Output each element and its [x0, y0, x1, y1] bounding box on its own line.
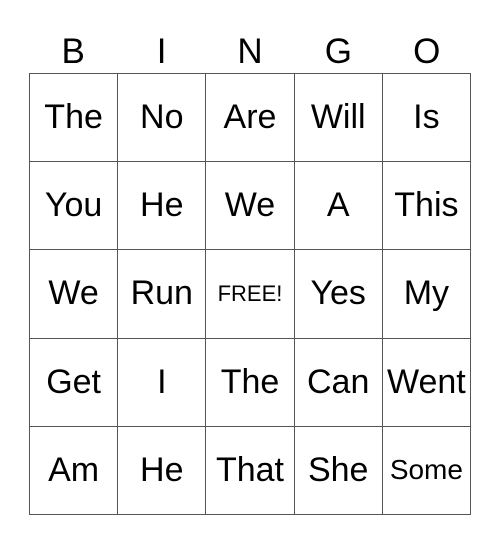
bingo-cell: My	[382, 250, 471, 339]
bingo-cell: She	[294, 426, 383, 515]
free-space-cell: FREE!	[206, 250, 295, 339]
bingo-cell: That	[206, 426, 295, 515]
bingo-cell: I	[118, 338, 207, 427]
bingo-cell: Will	[294, 74, 383, 163]
bingo-cell: He	[118, 162, 207, 251]
bingo-cell: Run	[118, 250, 207, 339]
header-letter-o: O	[413, 32, 441, 71]
bingo-cell: The	[30, 74, 119, 163]
bingo-cell: This	[382, 162, 471, 251]
bingo-cell: Can	[294, 338, 383, 427]
bingo-cell: No	[118, 74, 207, 163]
header-letter-g: G	[324, 32, 352, 71]
bingo-cell: The	[206, 338, 295, 427]
header-letter-b: B	[61, 32, 85, 71]
bingo-cell: A	[294, 162, 383, 251]
bingo-cell: Some	[382, 426, 471, 515]
bingo-cell: We	[206, 162, 295, 251]
bingo-cell: Is	[382, 74, 471, 163]
bingo-cell: You	[30, 162, 119, 251]
header-letter-n: N	[237, 32, 263, 71]
bingo-cell: We	[30, 250, 119, 339]
header-letter-i: I	[156, 32, 167, 71]
bingo-cell: Went	[382, 338, 471, 427]
bingo-cell: Am	[30, 426, 119, 515]
bingo-cell: Are	[206, 74, 295, 163]
bingo-header: B I N G O	[29, 30, 471, 73]
bingo-cell: He	[118, 426, 207, 515]
bingo-cell: Get	[30, 338, 119, 427]
bingo-card-grid: The No Are Will Is You He We A This We R…	[29, 73, 471, 515]
bingo-cell: Yes	[294, 250, 383, 339]
